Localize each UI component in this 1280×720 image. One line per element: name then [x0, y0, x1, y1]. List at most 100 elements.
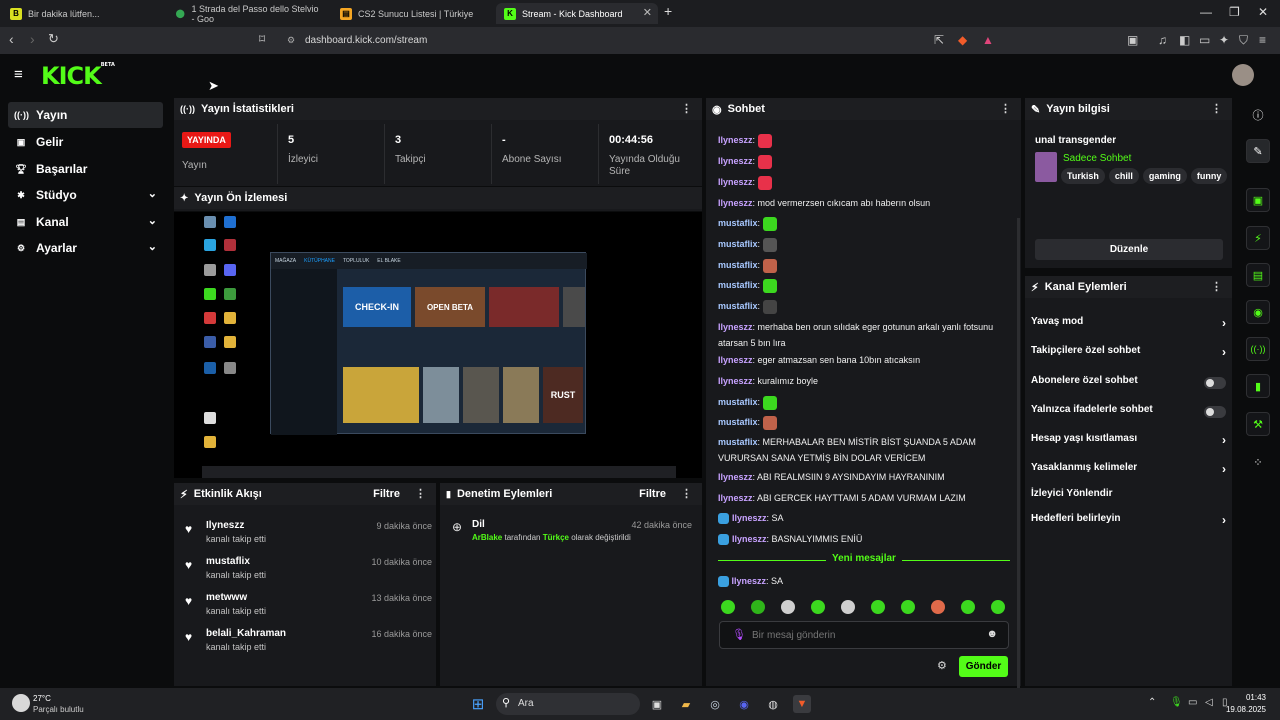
channel-action-item[interactable]: Hesap yaşı kısıtlaması ›	[1031, 433, 1226, 453]
tag-chip[interactable]: gaming	[1142, 168, 1187, 184]
file-explorer-icon[interactable]: ▰	[677, 695, 695, 713]
browser-tab-2[interactable]: ⬤ 1 Strada del Passo dello Stelvio - Goo	[167, 3, 332, 24]
chat-settings-icon[interactable]: ⚙	[937, 659, 947, 672]
browser-tab-4[interactable]: K Stream - Kick Dashboard ✕	[496, 3, 658, 24]
close-tab-icon[interactable]: ✕	[643, 6, 652, 19]
emote-icon[interactable]	[931, 600, 945, 614]
clock-time[interactable]: 01:43	[1228, 693, 1266, 702]
emote-icon[interactable]	[901, 600, 915, 614]
more-options-icon[interactable]: ⋮	[415, 487, 426, 500]
back-icon[interactable]: ‹	[9, 31, 14, 47]
sidebar-toggle-icon[interactable]: ◧	[1179, 33, 1190, 47]
chat-username[interactable]: Ilyneszz	[718, 322, 753, 332]
emote-icon[interactable]	[781, 600, 795, 614]
lightning-icon[interactable]: ⚡︎	[1246, 226, 1270, 250]
share-icon[interactable]: ⇱	[934, 33, 944, 47]
forward-icon[interactable]: ›	[30, 31, 35, 47]
chat-username[interactable]: Ilyneszz	[718, 493, 753, 503]
chat-username[interactable]: mustaflix	[718, 417, 758, 427]
leo-icon[interactable]: ✦	[1219, 33, 1229, 47]
emote-icon[interactable]	[961, 600, 975, 614]
chat-username[interactable]: Ilyneszz	[718, 135, 753, 145]
screen-icon[interactable]: ▣	[1127, 33, 1138, 47]
chat-scrollbar[interactable]	[1017, 218, 1020, 688]
category-thumbnail[interactable]	[1035, 152, 1057, 182]
toggle-switch[interactable]	[1204, 406, 1226, 418]
weather-icon[interactable]	[12, 694, 30, 712]
vpn-icon[interactable]: ⛉	[1239, 33, 1248, 48]
more-options-icon[interactable]: ⋮	[1211, 280, 1222, 293]
moderation-tool-icon[interactable]: ▮	[1246, 374, 1270, 398]
list-item[interactable]: ♥ Ilyneszz kanalı takip etti 9 dakika önce	[182, 518, 432, 552]
avatar[interactable]	[1232, 64, 1254, 86]
menu-icon[interactable]: ≡	[1259, 33, 1266, 47]
list-icon[interactable]: ▤	[1246, 263, 1270, 287]
more-options-icon[interactable]: ⋮	[681, 102, 692, 115]
more-options-icon[interactable]: ⋮	[1000, 102, 1011, 115]
chat-username[interactable]: mustaflix	[718, 301, 758, 311]
windows-start-icon[interactable]: ⊞	[469, 695, 487, 713]
channel-action-item[interactable]: Yalnızca ifadelerle sohbet	[1031, 404, 1226, 424]
browser-tab-1[interactable]: B Bir dakika lütfen...	[2, 3, 167, 24]
tag-chip[interactable]: Turkish	[1061, 168, 1105, 184]
mod-actor[interactable]: ArBlake	[472, 533, 502, 542]
chat-username[interactable]: Ilyneszz	[732, 576, 767, 586]
filter-button[interactable]: Filtre	[373, 488, 400, 500]
kick-logo[interactable]: KICKBETA	[41, 62, 115, 90]
chat-username[interactable]: Ilyneszz	[718, 376, 753, 386]
emote-icon[interactable]	[871, 600, 885, 614]
activity-username[interactable]: belali_Kahraman	[206, 628, 286, 639]
chat-tool-icon[interactable]: ◉	[1246, 300, 1270, 324]
filter-button[interactable]: Filtre	[639, 488, 666, 500]
send-button[interactable]: Gönder	[959, 656, 1008, 677]
sidebar-item-5[interactable]: ⚙ Ayarlar ⌄	[8, 235, 163, 261]
channel-action-item[interactable]: Abonelere özel sohbet	[1031, 375, 1226, 395]
channel-action-item[interactable]: Takipçilere özel sohbet ›	[1031, 345, 1226, 365]
chat-username[interactable]: mustaflix	[718, 260, 758, 270]
activity-username[interactable]: metwww	[206, 592, 247, 603]
chat-username[interactable]: Ilyneszz	[718, 177, 753, 187]
sidebar-item-2[interactable]: 🏆︎ Başarılar	[8, 156, 163, 182]
sidebar-item-3[interactable]: ✱ Stüdyo ⌄	[8, 182, 163, 208]
rewards-icon[interactable]: ▲	[982, 33, 994, 47]
sidebar-item-1[interactable]: ▣ Gelir	[8, 129, 163, 155]
address-bar[interactable]: ⚙ dashboard.kick.com/stream	[287, 31, 1007, 50]
category-link[interactable]: Sadece Sohbet	[1063, 153, 1131, 164]
chat-username[interactable]: mustaflix	[718, 218, 758, 228]
emote-icon[interactable]	[991, 600, 1005, 614]
chat-username[interactable]: Ilyneszz	[718, 156, 753, 166]
tray-chevron-icon[interactable]: ⌃	[1148, 697, 1156, 708]
emote-icon[interactable]	[841, 600, 855, 614]
chat-username[interactable]: Ilyneszz	[732, 513, 767, 523]
chat-input[interactable]	[752, 627, 972, 643]
discord-icon[interactable]: ◉	[735, 695, 753, 713]
channel-action-item[interactable]: Yavaş mod ›	[1031, 316, 1226, 336]
sidebar-item-0[interactable]: ((·)) Yayın	[8, 102, 163, 128]
reload-icon[interactable]: ↻	[48, 31, 59, 47]
clock-date[interactable]: 19.08.2025	[1218, 705, 1266, 714]
more-options-icon[interactable]: ⋮	[681, 487, 692, 500]
tag-chip[interactable]: funny	[1190, 168, 1228, 184]
new-tab-icon[interactable]: +	[664, 3, 672, 19]
chat-username[interactable]: mustaflix	[718, 280, 758, 290]
hamburger-icon[interactable]: ≡	[14, 66, 23, 83]
obs-icon[interactable]: ◍	[764, 695, 782, 713]
list-item[interactable]: ♥ metwww kanalı takip etti 13 dakika önce	[182, 590, 432, 624]
browser-tab-3[interactable]: ▤ CS2 Sunucu Listesi | Türkiye	[332, 3, 497, 24]
apps-icon[interactable]: ⁘	[1246, 450, 1270, 474]
emote-icon[interactable]	[751, 600, 765, 614]
brave-icon[interactable]: ▼	[793, 695, 811, 713]
microphone-icon[interactable]: 🎙︎	[1170, 697, 1183, 708]
chat-username[interactable]: mustaflix	[718, 437, 758, 447]
media-icon[interactable]: ♫	[1158, 33, 1167, 47]
brave-shields-icon[interactable]: ◆	[958, 33, 967, 47]
bookmark-icon[interactable]: ⌑	[259, 32, 265, 46]
wallet-icon[interactable]: ▭	[1199, 33, 1210, 47]
list-item[interactable]: ♥ mustaflix kanalı takip etti 10 dakika önc…	[182, 554, 432, 588]
preview-tool-icon[interactable]: ▣	[1246, 188, 1270, 212]
chat-username[interactable]: Ilyneszz	[718, 355, 753, 365]
pencil-icon[interactable]: ✎	[1246, 139, 1270, 163]
activity-username[interactable]: mustaflix	[206, 556, 250, 567]
close-window-icon[interactable]: ✕	[1258, 5, 1268, 19]
list-item[interactable]: ♥ belali_Kahraman kanalı takip etti 16 daki…	[182, 626, 432, 660]
